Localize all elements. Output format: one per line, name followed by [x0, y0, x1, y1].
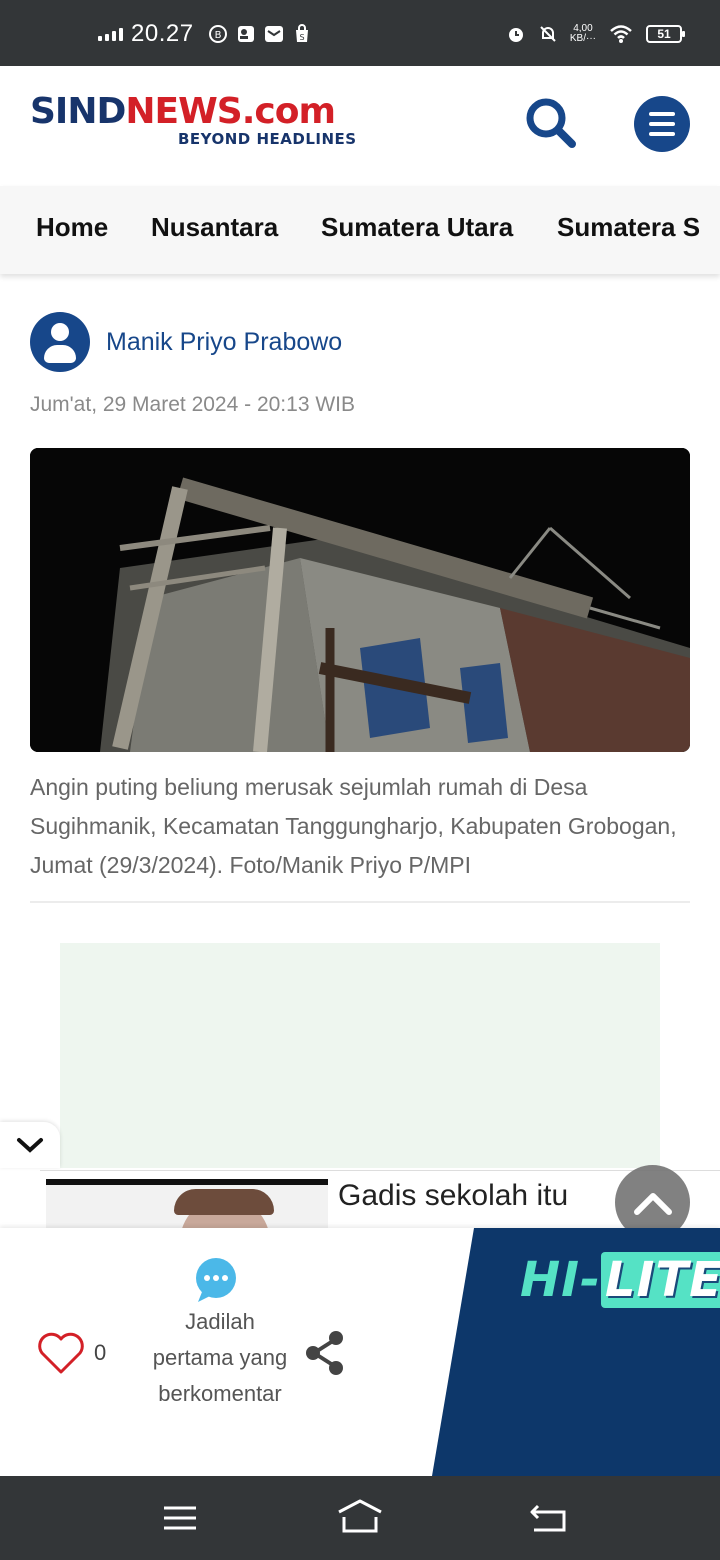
author-block: Manik Priyo Prabowo [30, 312, 342, 372]
avatar-icon[interactable] [30, 312, 90, 372]
category-nav: Home Nusantara Sumatera Utara Sumatera S [0, 186, 720, 274]
back-icon[interactable] [528, 1498, 568, 1538]
svg-text:S: S [299, 33, 304, 42]
nav-item-nusantara[interactable]: Nusantara [151, 212, 278, 243]
mute-icon [540, 26, 556, 42]
wifi-icon [610, 25, 632, 43]
sindonews-logo[interactable]: SINDNEWS.com BEYOND HEADLINES [30, 94, 357, 149]
chevron-up-icon [633, 1192, 672, 1215]
chevron-down-icon [17, 1138, 43, 1153]
status-bar: 20.27 B S 4,00 KB/··· 51 [0, 0, 720, 66]
logo-tagline: BEYOND HEADLINES [178, 130, 357, 148]
publish-date: Jum'at, 29 Maret 2024 - 20:13 WIB [30, 393, 355, 416]
network-speed: 4,00 KB/··· [569, 23, 596, 44]
b-badge-icon: B [208, 25, 227, 43]
menu-button[interactable] [634, 96, 690, 152]
damaged-house-image [30, 448, 690, 752]
ad-placeholder [60, 943, 660, 1168]
svg-text:B: B [214, 30, 221, 41]
article-photo[interactable] [30, 448, 690, 752]
search-icon [526, 98, 576, 148]
nav-item-sumatera-utara[interactable]: Sumatera Utara [321, 212, 513, 243]
comment-prompt[interactable]: Jadilah pertama yang berkomentar [150, 1304, 290, 1412]
author-name[interactable]: Manik Priyo Prabowo [106, 328, 342, 357]
battery-indicator: 51 [646, 25, 685, 43]
comment-bubble-icon[interactable] [192, 1256, 240, 1304]
mail-icon [264, 26, 283, 42]
divider [30, 901, 690, 903]
article-action-bar: 0 Jadilah pertama yang berkomentar HI-LI… [0, 1228, 720, 1476]
system-navigation-bar [0, 1476, 720, 1560]
like-count: 0 [94, 1340, 107, 1365]
menu-icon [649, 112, 675, 116]
promo-title: Gadis sekolah itu [338, 1179, 569, 1212]
search-button[interactable] [522, 94, 580, 152]
home-icon[interactable] [336, 1498, 384, 1538]
shopping-bag-icon: S [295, 24, 308, 42]
share-icon[interactable] [302, 1328, 348, 1378]
nav-item-home[interactable]: Home [36, 212, 108, 243]
photo-caption: Angin puting beliung merusak sejumlah ru… [30, 774, 677, 878]
alarm-icon [508, 28, 523, 42]
signal-icon [98, 27, 123, 41]
recents-icon[interactable] [160, 1498, 200, 1538]
hilite-logo[interactable]: HI-LITE [520, 1252, 720, 1308]
status-time: 20.27 [131, 20, 194, 47]
heart-icon[interactable] [36, 1330, 86, 1376]
contact-card-icon [237, 26, 254, 42]
collapse-ad-button[interactable] [0, 1122, 60, 1168]
promo-thumbnail [46, 1179, 328, 1230]
nav-item-sumatera-s[interactable]: Sumatera S [557, 212, 700, 243]
site-header: SINDNEWS.com BEYOND HEADLINES [0, 66, 720, 186]
